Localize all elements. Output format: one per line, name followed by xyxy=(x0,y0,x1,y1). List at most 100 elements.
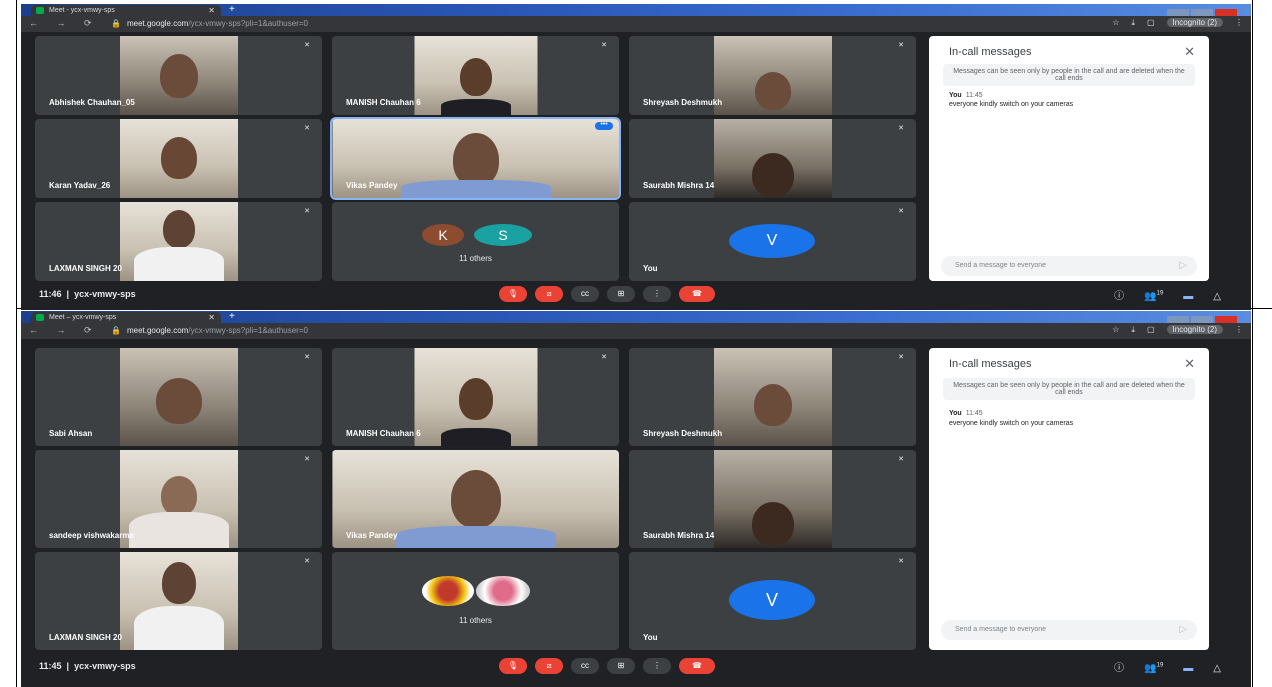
more-options-icon[interactable]: ••• xyxy=(595,121,613,130)
participant-name: LAXMAN SINGH 20 xyxy=(49,633,122,642)
participant-name: Shreyash Deshmukh xyxy=(643,429,723,438)
privacy-notice: Messages can be seen only by people in t… xyxy=(943,64,1195,86)
close-tab-icon[interactable]: ✕ xyxy=(208,312,215,323)
meeting-time: 11:46 xyxy=(39,289,62,299)
mic-muted-icon: ✕ xyxy=(898,558,904,565)
browser-tab[interactable]: Meet - ycx-vmwy-sps ✕ xyxy=(31,5,221,16)
others-tile[interactable]: K S 11 others xyxy=(332,202,619,281)
participant-face xyxy=(450,470,501,528)
star-icon[interactable]: ☆ xyxy=(1112,18,1119,27)
url-host: meet.google.com xyxy=(126,326,189,335)
frame-border-left xyxy=(16,0,17,687)
incognito-badge[interactable]: Incognito (2) xyxy=(1166,325,1223,334)
call-controls: 🎙 ⧄ cc ⊞ ⋮ ☎ xyxy=(499,658,723,676)
mic-toggle-button[interactable]: 🎙 xyxy=(499,286,527,302)
close-icon[interactable]: ✕ xyxy=(1184,44,1195,60)
self-tile[interactable]: V ✕ You xyxy=(629,552,916,650)
activities-icon[interactable]: △ xyxy=(1213,291,1221,302)
camera-toggle-button[interactable]: ⧄ xyxy=(535,286,563,302)
url-host: meet.google.com xyxy=(126,19,189,28)
message-input[interactable]: Send a message to everyone ▷ xyxy=(941,256,1197,276)
new-tab-button[interactable]: + xyxy=(229,4,235,16)
captions-button[interactable]: cc xyxy=(571,658,599,674)
window-icon[interactable]: ▢ xyxy=(1147,18,1155,27)
message-placeholder: Send a message to everyone xyxy=(955,262,1047,269)
people-icon[interactable]: 👥19 xyxy=(1144,291,1163,302)
participant-tile[interactable]: ✕ Sabi Ahsan xyxy=(35,348,322,446)
star-icon[interactable]: ☆ xyxy=(1112,325,1119,334)
participant-tile[interactable]: ✕ LAXMAN SINGH 20 xyxy=(35,202,322,281)
close-icon[interactable]: ✕ xyxy=(1184,356,1195,372)
chat-icon[interactable]: ▬ xyxy=(1183,663,1193,674)
participant-name: You xyxy=(643,264,658,273)
participant-tile[interactable]: ✕ MANISH Chauhan 6 xyxy=(332,348,619,446)
participant-tile[interactable]: ✕ Abhishek Chauhan_05 xyxy=(35,36,322,115)
window-icon[interactable]: ▢ xyxy=(1147,325,1155,334)
participant-face xyxy=(459,58,492,96)
participant-tile[interactable]: ✕ Karan Yadav_26 xyxy=(35,119,322,198)
send-icon[interactable]: ▷ xyxy=(1179,256,1187,276)
info-icon[interactable]: ⓘ xyxy=(1114,663,1124,674)
mic-toggle-button[interactable]: 🎙 xyxy=(499,658,527,674)
participant-tile[interactable]: ✕ Shreyash Deshmukh xyxy=(629,348,916,446)
address-bar[interactable]: 🔒 meet.google.com/ycx-vmwy-sps?pli=1&auth… xyxy=(111,325,308,337)
others-tile[interactable]: 11 others xyxy=(332,552,619,650)
browser-toolbar: ← → ⟳ 🔒 meet.google.com/ycx-vmwy-sps?pli=… xyxy=(21,16,1251,32)
participant-tile[interactable]: ✕ Saurabh Mishra 14 xyxy=(629,450,916,548)
mic-muted-icon: ✕ xyxy=(898,456,904,463)
info-icon[interactable]: ⓘ xyxy=(1114,291,1124,302)
captions-button[interactable]: cc xyxy=(571,286,599,302)
participant-face xyxy=(159,54,198,98)
camera-toggle-button[interactable]: ⧄ xyxy=(535,658,563,674)
incognito-badge[interactable]: Incognito (2) xyxy=(1166,18,1223,27)
meeting-controls-bar: 11:45 | ycx-vmwy-sps 🎙 ⧄ cc ⊞ ⋮ ☎ ⓘ 👥19 ▬ △ xyxy=(21,656,1251,678)
avatar-photo-1 xyxy=(422,576,474,606)
participant-tile-active-speaker[interactable]: ••• Vikas Pandey xyxy=(330,117,621,200)
avatar-k: K xyxy=(422,224,464,246)
participant-face xyxy=(751,502,794,546)
participant-name: Saurabh Mishra 14 xyxy=(643,181,715,190)
side-controls: ⓘ 👥19 ▬ △ xyxy=(1094,287,1221,302)
people-icon[interactable]: 👥19 xyxy=(1144,663,1163,674)
navigation-buttons[interactable]: ← → ⟳ xyxy=(29,18,100,29)
more-options-button[interactable]: ⋮ xyxy=(643,286,671,302)
participant-tile[interactable]: ✕ MANISH Chauhan 6 xyxy=(332,36,619,115)
download-icon[interactable]: ⤓ xyxy=(1131,18,1135,27)
composite-image: Meet - ycx-vmwy-sps ✕ + ← → ⟳ 🔒 meet.goog… xyxy=(0,0,1272,687)
download-icon[interactable]: ⤓ xyxy=(1131,325,1135,334)
present-button[interactable]: ⊞ xyxy=(607,658,635,674)
new-tab-button[interactable]: + xyxy=(229,311,235,323)
menu-icon[interactable]: ⋮ xyxy=(1235,325,1243,334)
leave-call-button[interactable]: ☎ xyxy=(679,658,715,674)
participant-tile[interactable]: ✕ Shreyash Deshmukh xyxy=(629,36,916,115)
send-icon[interactable]: ▷ xyxy=(1179,620,1187,640)
participant-tile[interactable]: ✕ sandeep vishwakarma xyxy=(35,450,322,548)
close-tab-icon[interactable]: ✕ xyxy=(208,5,215,16)
mic-muted-icon: ✕ xyxy=(601,42,607,49)
activities-icon[interactable]: △ xyxy=(1213,663,1221,674)
mic-muted-icon: ✕ xyxy=(898,354,904,361)
more-options-button[interactable]: ⋮ xyxy=(643,658,671,674)
meeting-code: ycx-vmwy-sps xyxy=(74,661,136,671)
browser-tab[interactable]: Meet – ycx-vmwy-sps ✕ xyxy=(31,312,221,323)
participant-name: LAXMAN SINGH 20 xyxy=(49,264,122,273)
participant-tile[interactable]: ✕ Saurabh Mishra 14 xyxy=(629,119,916,198)
chat-icon[interactable]: ▬ xyxy=(1183,291,1193,302)
message-text: everyone kindly switch on your cameras xyxy=(949,101,1074,108)
present-button[interactable]: ⊞ xyxy=(607,286,635,302)
self-tile[interactable]: V ✕ You xyxy=(629,202,916,281)
participant-face xyxy=(160,137,197,179)
menu-icon[interactable]: ⋮ xyxy=(1235,18,1243,27)
participant-grid: ✕ Sabi Ahsan ✕ MANISH Chauhan 6 ✕ Shreya… xyxy=(35,348,916,650)
participant-tile[interactable]: ✕ LAXMAN SINGH 20 xyxy=(35,552,322,650)
participant-face xyxy=(162,210,195,248)
mic-muted-icon: ✕ xyxy=(304,456,310,463)
message-input[interactable]: Send a message to everyone ▷ xyxy=(941,620,1197,640)
avatar-you: V xyxy=(729,580,815,620)
meet-favicon-icon xyxy=(36,7,44,14)
toolbar-icons: ☆ ⤓ ▢ Incognito (2) ⋮ xyxy=(1100,18,1243,28)
participant-tile[interactable]: Vikas Pandey xyxy=(332,450,619,548)
address-bar[interactable]: 🔒 meet.google.com/ycx-vmwy-sps?pli=1&auth… xyxy=(111,18,308,30)
navigation-buttons[interactable]: ← → ⟳ xyxy=(29,325,100,336)
leave-call-button[interactable]: ☎ xyxy=(679,286,715,302)
